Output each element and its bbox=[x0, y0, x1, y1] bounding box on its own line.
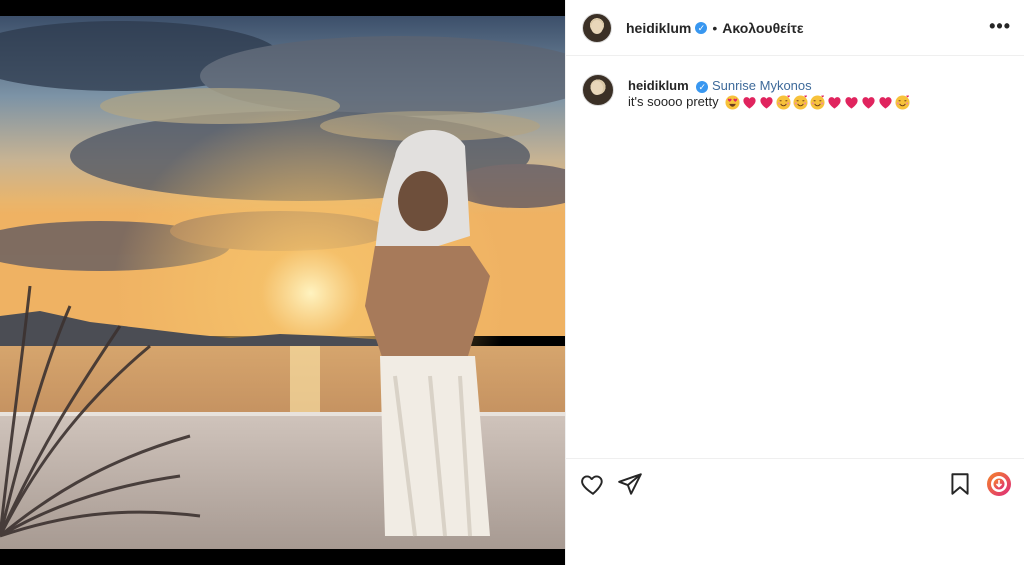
red-heart-emoji-icon bbox=[879, 97, 892, 109]
smiling-hearts-emoji-icon bbox=[793, 95, 808, 110]
following-status[interactable]: Ακολουθείτε bbox=[722, 20, 803, 36]
caption-comment: heidiklum ✓ Sunrise Mykonos it's soooo p… bbox=[582, 74, 1002, 110]
more-options-icon[interactable]: ••• bbox=[989, 17, 1011, 35]
separator-dot: • bbox=[712, 19, 718, 36]
paper-plane-icon[interactable] bbox=[617, 471, 643, 497]
verified-badge-icon: ✓ bbox=[695, 21, 708, 34]
post-details-panel: heidiklum ✓ • Ακολουθείτε ••• heidiklum … bbox=[565, 0, 1024, 565]
action-bar bbox=[566, 458, 1024, 508]
download-badge-icon[interactable] bbox=[986, 471, 1012, 497]
caption-text: it's soooo pretty bbox=[628, 94, 719, 109]
red-heart-emoji-icon bbox=[845, 97, 858, 109]
heart-icon[interactable] bbox=[580, 471, 606, 497]
post-photo[interactable] bbox=[0, 16, 565, 549]
bookmark-icon[interactable] bbox=[947, 471, 973, 497]
author-avatar[interactable] bbox=[582, 12, 612, 43]
smiling-hearts-emoji-icon bbox=[776, 95, 791, 110]
heart-eyes-emoji-icon bbox=[725, 95, 740, 110]
author-username[interactable]: heidiklum bbox=[626, 20, 691, 36]
red-heart-emoji-icon bbox=[828, 97, 841, 109]
caption-verified-badge-icon: ✓ bbox=[696, 80, 709, 93]
red-heart-emoji-icon bbox=[862, 97, 875, 109]
caption-avatar[interactable] bbox=[582, 74, 614, 106]
red-heart-emoji-icon bbox=[760, 97, 773, 109]
post-header: heidiklum ✓ • Ακολουθείτε ••• bbox=[566, 0, 1024, 56]
smiling-hearts-emoji-icon bbox=[810, 95, 825, 110]
caption-title: Sunrise Mykonos bbox=[711, 78, 812, 93]
caption-emojis bbox=[725, 95, 910, 110]
caption-username[interactable]: heidiklum bbox=[628, 78, 689, 93]
red-heart-emoji-icon bbox=[743, 97, 756, 109]
sunrise-photo bbox=[0, 16, 565, 549]
smiling-hearts-emoji-icon bbox=[895, 95, 910, 110]
caption-body: heidiklum ✓ Sunrise Mykonos it's soooo p… bbox=[628, 78, 910, 110]
post-media[interactable] bbox=[0, 0, 565, 565]
